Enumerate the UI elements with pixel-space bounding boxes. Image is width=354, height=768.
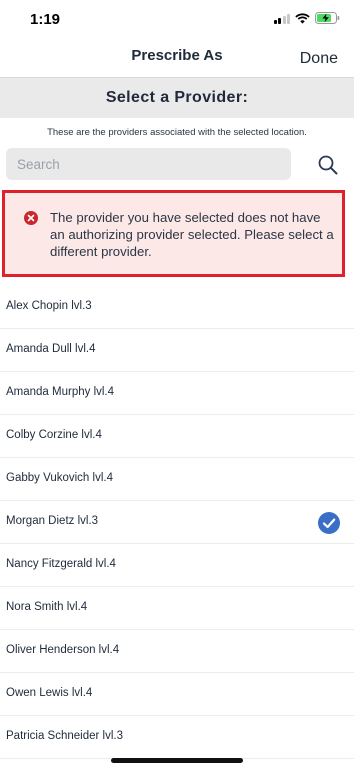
provider-name: Colby Corzine lvl.4 <box>6 429 102 441</box>
provider-row[interactable]: Gabby Vukovich lvl.4 <box>0 458 354 501</box>
provider-name: Amanda Murphy lvl.4 <box>6 386 115 398</box>
status-bar: 1:19 <box>0 0 354 40</box>
provider-row[interactable]: Amanda Murphy lvl.4 <box>0 372 354 415</box>
search-input[interactable] <box>6 148 291 180</box>
provider-row[interactable]: Patricia Schneider lvl.3 <box>0 716 354 759</box>
provider-name: Alex Chopin lvl.3 <box>6 300 92 312</box>
provider-list: Alex Chopin lvl.3 Amanda Dull lvl.4 Amanda… <box>0 286 354 759</box>
section-header: Select a Provider: <box>0 78 354 118</box>
status-icons <box>273 12 341 24</box>
error-icon <box>24 211 38 225</box>
provider-name: Gabby Vukovich lvl.4 <box>6 472 113 484</box>
provider-row[interactable]: Nora Smith lvl.4 <box>0 587 354 630</box>
provider-name: Morgan Dietz lvl.3 <box>6 515 99 527</box>
wifi-icon <box>295 12 310 24</box>
provider-row[interactable]: Colby Corzine lvl.4 <box>0 415 354 458</box>
done-button[interactable]: Done <box>300 50 338 68</box>
provider-name: Nora Smith lvl.4 <box>6 601 88 613</box>
home-indicator <box>111 758 243 763</box>
provider-row[interactable]: Amanda Dull lvl.4 <box>0 329 354 372</box>
provider-name: Nancy Fitzgerald lvl.4 <box>6 558 116 570</box>
provider-row[interactable]: Owen Lewis lvl.4 <box>0 673 354 716</box>
navigation-bar: Prescribe As Done <box>0 40 354 78</box>
provider-name: Owen Lewis lvl.4 <box>6 687 93 699</box>
provider-name: Amanda Dull lvl.4 <box>6 343 96 355</box>
search-icon[interactable] <box>316 153 340 177</box>
provider-row[interactable]: Oliver Henderson lvl.4 <box>0 630 354 673</box>
provider-row[interactable]: Nancy Fitzgerald lvl.4 <box>0 544 354 587</box>
signal-icon <box>273 13 290 24</box>
battery-charging-icon <box>315 12 340 24</box>
provider-name: Oliver Henderson lvl.4 <box>6 644 120 656</box>
error-message: The provider you have selected does not … <box>50 210 334 259</box>
status-time: 1:19 <box>30 11 61 28</box>
provider-row[interactable]: Morgan Dietz lvl.3 <box>0 501 354 544</box>
error-alert: The provider you have selected does not … <box>2 190 345 277</box>
provider-name: Patricia Schneider lvl.3 <box>6 730 123 742</box>
checkmark-circle-icon <box>318 512 340 534</box>
provider-row[interactable]: Alex Chopin lvl.3 <box>0 286 354 329</box>
location-subtitle: These are the providers associated with … <box>47 127 307 138</box>
